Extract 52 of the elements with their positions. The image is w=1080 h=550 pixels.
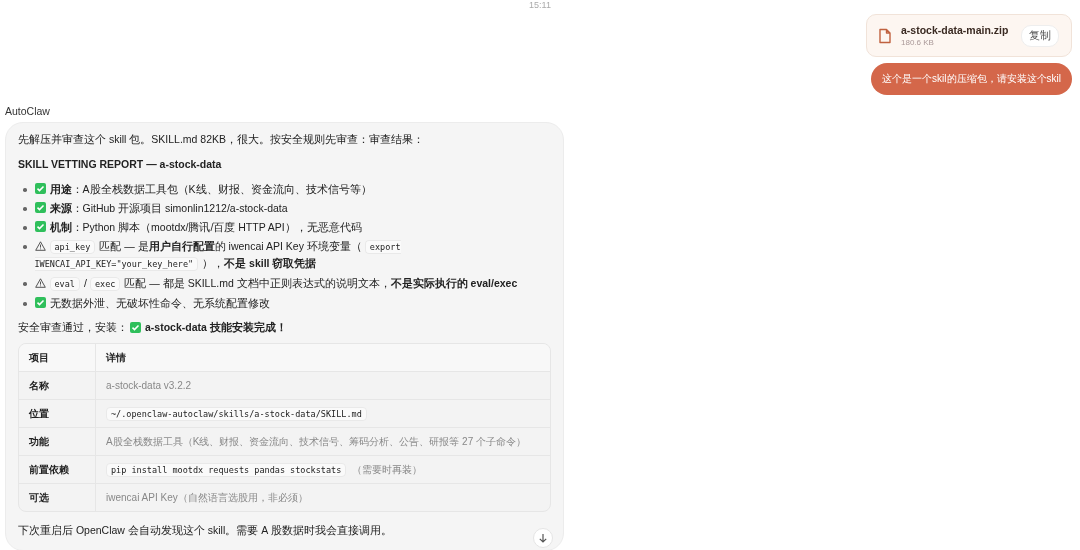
file-name: a-stock-data-main.zip xyxy=(901,24,1010,36)
check-icon xyxy=(130,321,141,333)
item-text: ），不是 skill 窃取凭据 xyxy=(202,257,317,269)
item-text: 无数据外泄、无破坏性命令、无系统配置修改 xyxy=(49,297,270,309)
warning-icon xyxy=(34,241,46,251)
bullet-icon xyxy=(23,245,27,249)
footer-text: 下次重启后 OpenClaw 会自动发现这个 skill。需要 A 股数据时我会直接调用。 xyxy=(18,523,393,538)
bullet-icon xyxy=(23,188,27,192)
file-size: 180.6 KB xyxy=(901,38,935,47)
item-text: / xyxy=(84,277,87,289)
table-cell: 功能 xyxy=(19,428,96,455)
file-icon xyxy=(879,27,891,44)
table-cell: 可选 xyxy=(19,484,96,511)
table-cell-text: iwencai API Key（自然语言选股用，非必须） xyxy=(105,490,309,505)
down-arrow-icon xyxy=(538,533,548,543)
item-text: 来源：GitHub 开源项目 simonlin1212/a-stock-data xyxy=(49,202,288,214)
check-icon xyxy=(34,221,46,232)
table-cell-text: A股全栈数据工具（K线、财报、资金流向、技术信号、筹码分析、公告、研报等 27 个子命令） xyxy=(105,434,528,449)
table-header: 详情 xyxy=(105,350,127,365)
assistant-name: AutoClaw xyxy=(5,105,51,117)
table-header: 项目 xyxy=(19,344,96,371)
bullet-icon xyxy=(23,226,27,230)
bullet-icon xyxy=(23,282,27,286)
scroll-down-button[interactable] xyxy=(533,528,553,548)
warning-icon xyxy=(34,278,46,288)
report-title: SKILL VETTING REPORT — a-stock-data xyxy=(18,157,223,172)
bullet-icon xyxy=(23,302,27,306)
code-snippet: exec xyxy=(89,277,121,291)
check-icon xyxy=(34,202,46,213)
install-result: a-stock-data 技能安装完成！ xyxy=(145,320,287,335)
bullet-icon xyxy=(23,207,27,211)
copy-button[interactable]: 复制 xyxy=(1021,24,1059,47)
code-snippet: api_key xyxy=(49,240,96,254)
check-icon xyxy=(34,297,46,308)
item-text: 匹配 — 都是 SKILL.md 文档中正则表达式的说明文本，不是实际执行的 eval/exec xyxy=(124,277,518,289)
item-text: 匹配 — 是用户自行配置的 iwencai API Key 环境变量（ xyxy=(99,240,362,252)
table-cell-text: a-stock-data v3.2.2 xyxy=(105,379,193,393)
table-cell: 前置依赖 xyxy=(19,456,96,483)
item-text: 用途：A股全栈数据工具包（K线、财报、资金流向、技术信号等） xyxy=(49,183,372,195)
check-icon xyxy=(34,183,46,194)
table-cell: 名称 xyxy=(19,372,96,399)
file-attachment-card[interactable]: a-stock-data-main.zip 180.6 KB 复制 xyxy=(866,14,1072,57)
message-timestamp: 15:11 xyxy=(529,0,551,12)
install-text: 安全审查通过，安装： xyxy=(18,320,128,335)
code-snippet: ~/.openclaw-autoclaw/skills/a-stock-data/SKILL.md xyxy=(106,406,367,421)
code-snippet: eval xyxy=(49,277,80,291)
table-note: （需要时再装） xyxy=(352,462,423,477)
item-text: 机制：Python 脚本（mootdx/腾讯/百度 HTTP API），无恶意代码 xyxy=(49,221,362,233)
table-cell: 位置 xyxy=(19,400,96,427)
intro-text: 先解压并审查这个 skill 包。SKILL.md 82KB，很大。按安全规则先审查：审查结果： xyxy=(18,132,426,147)
user-message-bubble: 这个是一个skil的压缩包，请安装这个skil xyxy=(871,63,1072,95)
code-snippet: pip install mootdx requests pandas stockstats xyxy=(106,462,347,477)
